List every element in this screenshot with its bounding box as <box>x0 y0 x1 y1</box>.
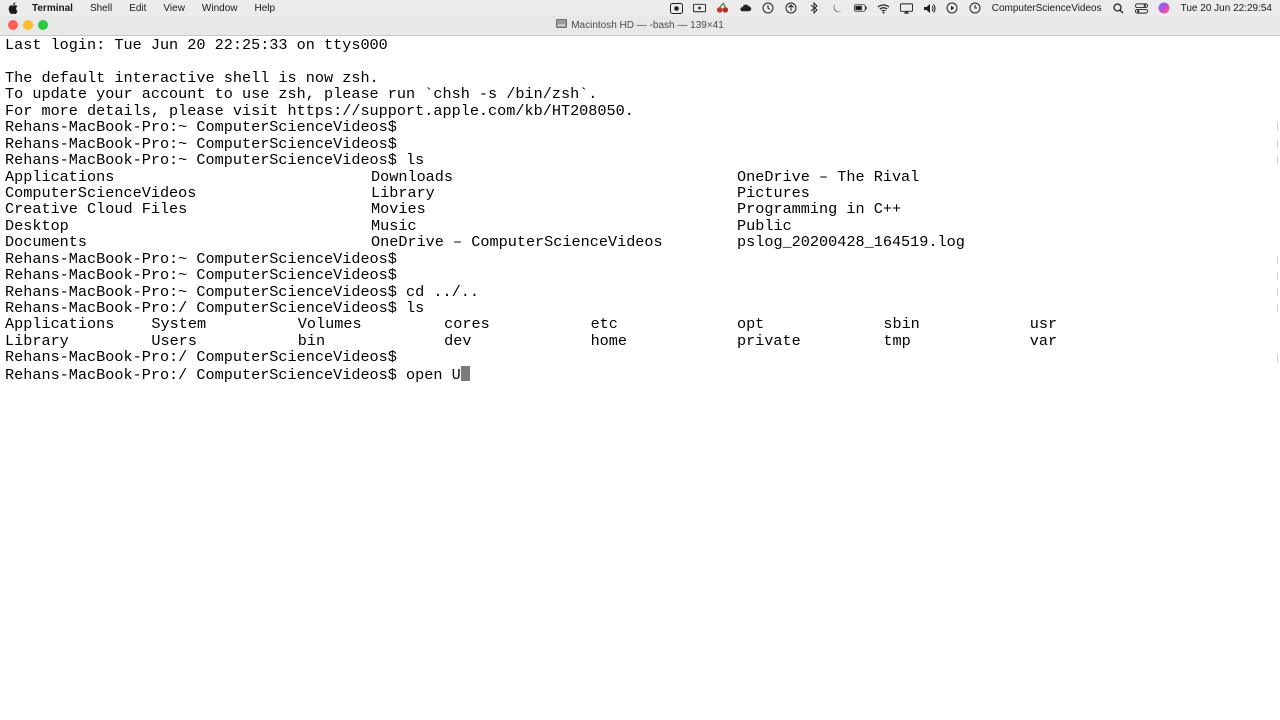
ls-entry: Music <box>371 216 417 235</box>
user-name-menu[interactable]: ComputerScienceVideos <box>992 3 1102 14</box>
wifi-icon[interactable] <box>877 3 890 14</box>
ls-entry: Desktop <box>5 216 69 235</box>
battery-icon[interactable] <box>853 3 867 14</box>
window-title: Macintosh HD — -bash — 139×41 <box>0 19 1280 31</box>
menu-view[interactable]: View <box>163 3 185 14</box>
ls-entry: tmp <box>883 331 911 350</box>
ls-output-row: Creative Cloud Files Movies Programming in… <box>5 200 1280 219</box>
ls-entry: opt <box>736 315 765 334</box>
ls-entry: OneDrive – ComputerScienceVideos <box>371 233 663 252</box>
ls-output-row: Documents OneDrive – ComputerScienceVideo… <box>5 233 1280 252</box>
window-titlebar[interactable]: Macintosh HD — -bash — 139×41 <box>0 16 1280 36</box>
status-area: ComputerScienceVideos Tue 20 Jun 22:29:5… <box>669 2 1272 14</box>
menubar-clock[interactable]: Tue 20 Jun 22:29:54 <box>1181 3 1272 14</box>
terminal-output[interactable]: Last login: Tue Jun 20 22:25:33 on ttys0… <box>0 36 1280 720</box>
menu-help[interactable]: Help <box>255 3 276 14</box>
cherry-icon[interactable] <box>716 2 729 14</box>
ls-entry: Library <box>371 183 435 202</box>
menu-bar: Terminal Shell Edit View Window Help Com… <box>0 0 1280 16</box>
apple-menu-icon[interactable] <box>8 2 18 14</box>
siri-icon[interactable] <box>1158 2 1171 14</box>
bluetooth-icon[interactable] <box>808 2 821 14</box>
cloud-icon[interactable] <box>739 3 752 14</box>
terminal-line: Rehans-MacBook-Pro:~ ComputerScienceVide… <box>5 118 397 137</box>
ls-entry: Public <box>737 216 792 235</box>
mark-tick <box>1277 304 1278 312</box>
ls-entry: home <box>590 331 628 350</box>
terminal-line: For more details, please visit https://s… <box>5 101 634 120</box>
ls-entry: cores <box>444 315 490 334</box>
ls-entry: Documents <box>5 233 88 252</box>
terminal-line: Rehans-MacBook-Pro:~ ComputerScienceVide… <box>5 134 397 153</box>
menu-app-terminal[interactable]: Terminal <box>32 3 73 14</box>
current-command[interactable]: Rehans-MacBook-Pro:/ ComputerScienceVide… <box>5 366 461 384</box>
ls-entry: Users <box>151 331 197 350</box>
ls-entry: Pictures <box>737 183 810 202</box>
ls-entry: Volumes <box>297 315 362 334</box>
mark-tick <box>1277 122 1278 130</box>
control-center-icon[interactable] <box>1134 2 1148 14</box>
ls-entry: var <box>1029 331 1058 350</box>
menu-shell[interactable]: Shell <box>90 3 112 14</box>
ls-entry: Movies <box>371 200 426 219</box>
menu-edit[interactable]: Edit <box>129 3 146 14</box>
terminal-input-line[interactable]: Rehans-MacBook-Pro:/ ComputerScienceVide… <box>5 365 1280 384</box>
window-title-text: Macintosh HD — -bash — 139×41 <box>571 19 724 31</box>
ls-output-row: Applications Downloads OneDrive – The Riva… <box>5 167 1280 186</box>
terminal-line: Rehans-MacBook-Pro:~ ComputerScienceVide… <box>5 249 397 268</box>
airplay-icon[interactable] <box>899 2 913 14</box>
time-machine-icon[interactable] <box>762 2 775 14</box>
ls-output-row: ComputerScienceVideos Library Pictures <box>5 183 1280 202</box>
ls-entry: dev <box>444 331 472 350</box>
moon-icon[interactable] <box>831 3 844 14</box>
disk-icon <box>556 19 568 31</box>
ls-entry: sbin <box>883 315 920 334</box>
ls-entry: private <box>736 331 801 350</box>
terminal-line: The default interactive shell is now zsh… <box>5 68 379 87</box>
ls-output-row: Applications System Volumes cores etc opt sbin… <box>5 315 1280 334</box>
mark-tick <box>1277 272 1278 280</box>
mark-tick <box>1277 354 1278 362</box>
ls-entry: bin <box>297 331 326 350</box>
ls-output-row: Library Users bin dev home private tmp var <box>5 331 1280 350</box>
line-marks <box>1276 36 1278 436</box>
volume-icon[interactable] <box>923 3 936 14</box>
ls-entry: pslog_20200428_164519.log <box>737 233 965 252</box>
terminal-line: Rehans-MacBook-Pro:~ ComputerScienceVide… <box>5 282 479 301</box>
ls-entry: usr <box>1029 315 1058 334</box>
clock-icon[interactable] <box>969 2 982 14</box>
text-cursor <box>460 365 470 381</box>
ls-entry: Applications <box>5 315 115 334</box>
terminal-line: Rehans-MacBook-Pro:~ ComputerScienceVide… <box>5 151 425 170</box>
terminal-line: Rehans-MacBook-Pro:~ ComputerScienceVide… <box>5 266 397 285</box>
terminal-line: Last login: Tue Jun 20 22:25:33 on ttys0… <box>5 36 388 54</box>
upload-icon[interactable] <box>785 2 798 14</box>
display-icon[interactable] <box>692 3 706 14</box>
ls-entry: etc <box>590 315 618 334</box>
play-icon[interactable] <box>946 2 959 14</box>
ls-entry: ComputerScienceVideos <box>5 183 197 202</box>
ls-entry: System <box>151 315 207 334</box>
ls-output-row: Desktop Music Public <box>5 216 1280 235</box>
ls-entry: OneDrive – The Rival <box>737 167 920 186</box>
mark-tick <box>1277 256 1278 264</box>
mark-tick <box>1277 140 1278 148</box>
terminal-line: Rehans-MacBook-Pro:/ ComputerScienceVide… <box>5 348 397 367</box>
ls-entry: Creative Cloud Files <box>5 200 188 219</box>
mark-tick <box>1277 156 1278 164</box>
spotlight-search-icon[interactable] <box>1112 2 1125 14</box>
terminal-line: Rehans-MacBook-Pro:/ ComputerScienceVide… <box>5 299 425 317</box>
ls-entry: Library <box>5 331 69 350</box>
ls-entry: Downloads <box>371 167 454 186</box>
screen-record-icon[interactable] <box>669 2 683 14</box>
mark-tick <box>1277 288 1278 296</box>
menu-window[interactable]: Window <box>202 3 238 14</box>
ls-entry: Applications <box>5 167 115 186</box>
terminal-line: To update your account to use zsh, pleas… <box>5 85 598 104</box>
ls-entry: Programming in C++ <box>737 200 902 219</box>
